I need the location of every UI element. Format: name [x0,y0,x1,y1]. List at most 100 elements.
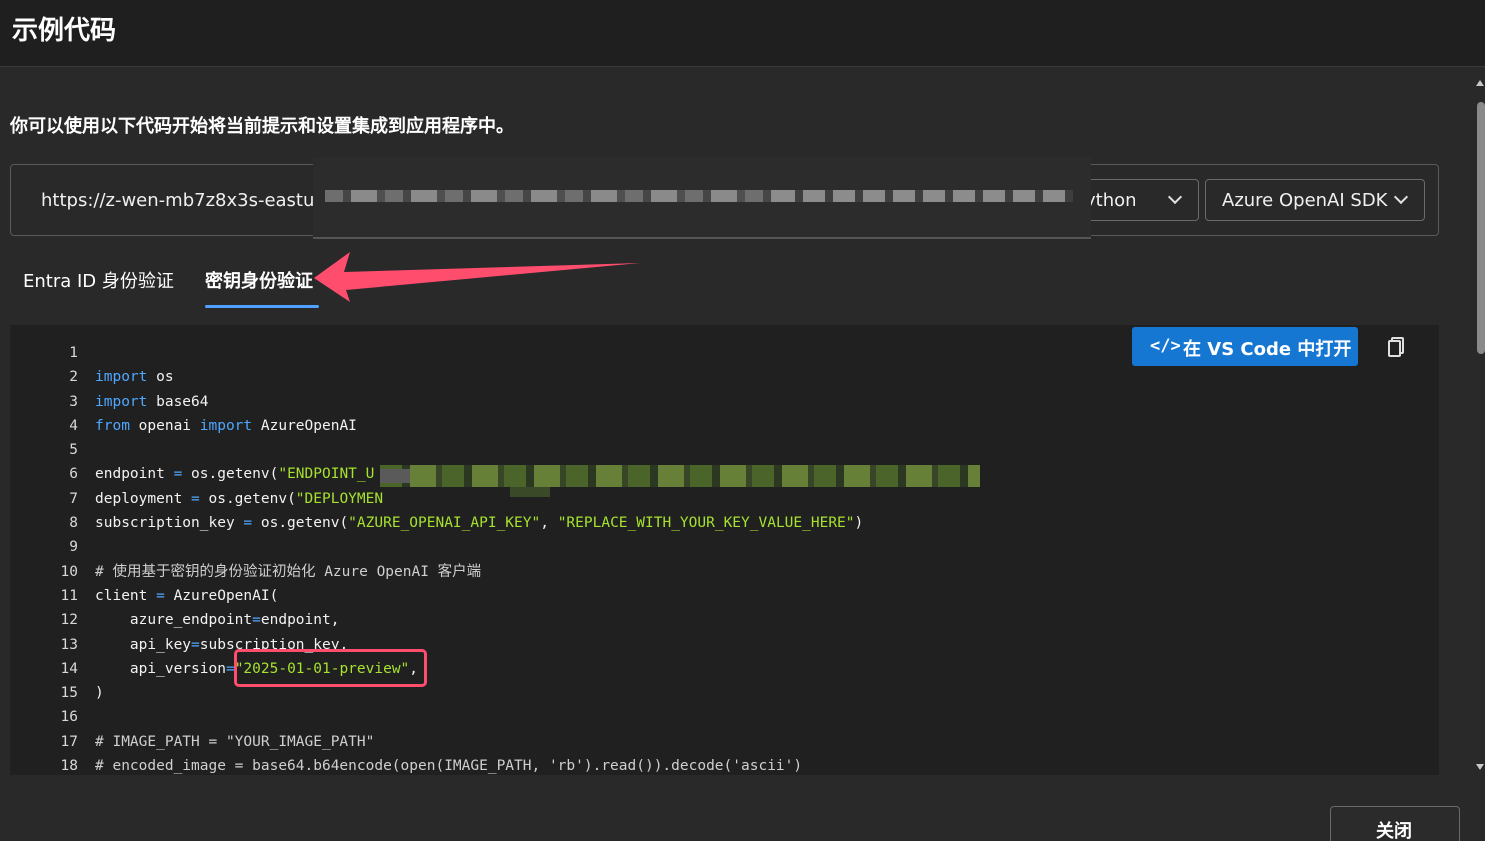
scroll-thumb[interactable] [1477,102,1485,354]
code-text: base64 [147,393,209,410]
code-line: 17 # IMAGE_PATH = "YOUR_IMAGE_PATH" [10,730,863,754]
annotation-highlight-box [234,649,427,687]
code-text: endpoint, [260,612,340,629]
code-line: 14 api_version="2025-01-01-preview", [10,657,863,681]
code-text: api_version [95,660,226,677]
line-number: 11 [60,587,78,604]
line-number: 14 [60,660,78,677]
vertical-scrollbar[interactable] [1475,80,1485,770]
code-operator: = [191,490,200,507]
code-text: os.getenv( [182,466,279,483]
line-number: 18 [60,758,78,775]
code-string: "REPLACE_WITH_YOUR_KEY_VALUE_HERE" [557,515,855,532]
code-brackets-icon: </> [1150,336,1181,356]
code-text: ) [95,685,104,702]
line-number: 5 [69,442,78,459]
code-line: 3 import base64 [10,390,863,414]
endpoint-url: https://z-wen-mb7z8x3s-eastus2 [41,190,336,211]
dialog-header: 示例代码 [0,0,1485,67]
redaction-blur [380,465,980,487]
close-button[interactable]: 关闭 [1330,806,1460,841]
code-operator: = [243,515,253,532]
open-in-vscode-button[interactable]: </> 在 VS Code 中打开 [1132,327,1358,366]
code-text: os.getenv( [199,490,296,507]
line-number: 3 [69,393,78,410]
code-line: 2 import os [10,365,863,389]
line-number: 4 [69,417,78,434]
code-line: 10 # 使用基于密钥的身份验证初始化 Azure OpenAI 客户端 [10,560,863,584]
language-dropdown[interactable]: ython [1077,179,1199,221]
code-text: api_key [95,636,192,653]
code-text: openai [129,417,200,434]
code-line: 12 azure_endpoint=endpoint, [10,608,863,632]
code-string: "ENDPOINT_U [278,466,375,483]
line-number: 1 [69,345,78,361]
code-line: 15) [10,681,863,705]
chevron-down-icon [1167,189,1183,205]
code-comment: # 使用基于密钥的身份验证初始化 Azure OpenAI 客户端 [95,563,482,580]
code-line: 1 [10,341,863,365]
sdk-dropdown-label: Azure OpenAI SDK [1222,190,1388,211]
scroll-up-arrow-icon[interactable] [1476,80,1484,86]
code-line: 18 # encoded_image = base64.b64encode(ope… [10,754,863,775]
line-number: 17 [60,733,78,750]
code-string: "AZURE_OPENAI_API_KEY" [348,515,541,532]
code-text: deployment [95,490,192,507]
code-line: 11 client = AzureOpenAI( [10,584,863,608]
code-string: "DEPLOYMEN [295,490,384,507]
line-number: 9 [69,539,78,556]
code-text: os.getenv( [252,515,349,532]
code-operator: = [173,466,183,483]
code-editor[interactable]: 1 2 import os 3 import base64 4 from openai… [10,341,864,775]
line-number: 16 [60,709,78,726]
line-number: 12 [60,612,78,629]
scroll-down-arrow-icon[interactable] [1476,764,1484,770]
line-number: 13 [60,636,78,653]
code-keyword: import [95,393,148,410]
code-text: ) [854,515,864,532]
line-number: 10 [60,563,78,580]
code-panel: 1 2 import os 3 import base64 4 from openai… [10,325,1439,775]
code-operator: = [252,612,261,629]
code-text: endpoint [95,466,174,483]
close-button-label: 关闭 [1376,821,1412,841]
copy-icon-front [1388,340,1401,357]
code-text: subscription_key [95,515,244,532]
code-line: 9 [10,535,863,559]
line-number: 7 [69,490,78,507]
line-number: 15 [60,685,78,702]
endpoint-selector-bar: https://z-wen-mb7z8x3s-eastus2 ython Azu… [10,157,1439,239]
code-operator: = [156,587,165,604]
code-line: 16 [10,705,863,729]
code-line: 7 deployment = os.getenv("DEPLOYMEN [10,487,863,511]
redaction-blur [510,487,550,497]
tab-entra-id-auth[interactable]: Entra ID 身份验证 [23,267,174,293]
line-number: 2 [69,369,78,386]
annotation-arrow-icon [314,252,640,302]
open-in-vscode-label: 在 VS Code 中打开 [1183,339,1352,360]
line-number: 8 [69,515,78,532]
redacted-region [313,157,1091,239]
code-line: 8 subscription_key = os.getenv("AZURE_OPE… [10,511,863,535]
code-line: 4 from openai import AzureOpenAI [10,414,863,438]
line-number: 6 [69,466,78,483]
code-text: azure_endpoint [95,612,253,629]
intro-text: 你可以使用以下代码开始将当前提示和设置集成到应用程序中。 [10,116,514,137]
code-text: client [95,587,157,604]
code-keyword: from [95,417,130,434]
code-comment: # IMAGE_PATH = "YOUR_IMAGE_PATH" [95,733,375,750]
code-line: 5 [10,438,863,462]
code-operator: = [191,636,200,653]
redaction-blur [773,190,1073,202]
code-keyword: import [95,369,148,386]
sdk-dropdown[interactable]: Azure OpenAI SDK [1205,179,1425,221]
code-text: , [540,515,558,532]
copy-icon[interactable] [1388,337,1404,357]
code-text: os [147,369,174,386]
chevron-down-icon [1393,189,1409,205]
code-keyword: import [199,417,253,434]
tab-key-auth[interactable]: 密钥身份验证 [205,267,313,293]
code-comment: # encoded_image = base64.b64encode(open(… [95,758,803,775]
code-text: AzureOpenAI( [164,587,279,604]
redaction-blur [380,469,410,483]
